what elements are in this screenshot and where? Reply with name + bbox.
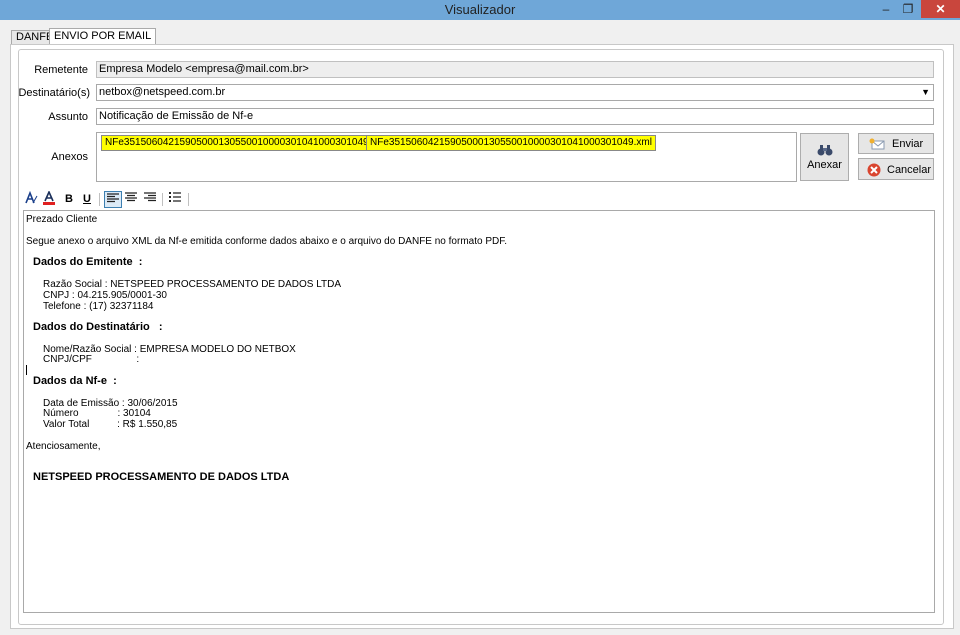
send-button[interactable]: Enviar xyxy=(858,133,934,154)
binoculars-icon xyxy=(817,145,833,156)
toolbar-separator xyxy=(99,193,100,206)
issuer-heading: Dados do Emitente : xyxy=(33,256,143,268)
nfe-number: Número : 30104 xyxy=(43,408,151,419)
toolbar-separator xyxy=(162,193,163,206)
sender-label: Remetente xyxy=(34,64,88,76)
align-right-icon[interactable] xyxy=(142,191,158,208)
attachments-list[interactable]: NFe3515060421590500013055001000030104100… xyxy=(96,132,797,182)
align-center-icon[interactable] xyxy=(123,191,139,208)
sender-value: Empresa Modelo <empresa@mail.com.br> xyxy=(99,63,309,75)
font-color-icon[interactable] xyxy=(41,190,57,208)
attachment-pdf[interactable]: NFe3515060421590500013055001000030104100… xyxy=(101,135,390,151)
send-mail-icon xyxy=(869,138,885,150)
attach-button[interactable]: Anexar xyxy=(800,133,849,181)
tab-envio-por-email[interactable]: ENVIO POR EMAIL xyxy=(49,28,157,45)
attach-button-label: Anexar xyxy=(807,159,842,171)
intro-text: Segue anexo o arquivo XML da Nf-e emitid… xyxy=(26,236,508,247)
signature-text: NETSPEED PROCESSAMENTO DE DADOS LTDA xyxy=(33,471,290,483)
attachments-label: Anexos xyxy=(51,151,88,163)
subject-label: Assunto xyxy=(48,111,88,123)
sender-field: Empresa Modelo <empresa@mail.com.br> xyxy=(96,61,934,78)
issuer-phone: Telefone : (17) 32371184 xyxy=(43,301,154,312)
subject-input[interactable]: Notificação de Emissão de Nf-e xyxy=(96,108,934,125)
cancel-button-label: Cancelar xyxy=(887,164,932,176)
recipients-label: Destinatário(s) xyxy=(18,87,90,99)
align-left-icon[interactable] xyxy=(104,191,122,208)
cancel-button[interactable]: Cancelar xyxy=(858,158,934,180)
issuer-cnpj: CNPJ : 04.215.905/0001-30 xyxy=(43,290,167,301)
font-icon[interactable] xyxy=(23,190,39,208)
message-body-editor[interactable]: Prezado Cliente Segue anexo o arquivo XM… xyxy=(23,210,935,613)
recipient-cnpj: CNPJ/CPF : xyxy=(43,354,140,365)
formatting-toolbar: B U xyxy=(22,190,936,210)
title-bar: Visualizador – ❐ ✕ xyxy=(0,0,960,20)
minimize-button[interactable]: – xyxy=(876,0,896,18)
issuer-name: Razão Social : NETSPEED PROCESSAMENTO DE… xyxy=(43,279,342,290)
greeting-text: Prezado Cliente xyxy=(26,214,98,225)
underline-button[interactable]: U xyxy=(79,191,95,208)
attachment-xml[interactable]: NFe3515060421590500013055001000030104100… xyxy=(366,135,656,151)
recipients-combobox[interactable]: netbox@netspeed.com.br ▼ xyxy=(96,84,934,101)
maximize-button[interactable]: ❐ xyxy=(898,0,918,18)
chevron-down-icon[interactable]: ▼ xyxy=(921,85,930,100)
subject-value: Notificação de Emissão de Nf-e xyxy=(99,110,254,122)
recipients-value: netbox@netspeed.com.br xyxy=(99,86,226,98)
toolbar-separator xyxy=(188,193,189,206)
window-title: Visualizador xyxy=(444,2,516,17)
nfe-heading: Dados da Nf-e : xyxy=(33,375,117,387)
recipient-heading: Dados do Destinatário : xyxy=(33,321,163,333)
send-button-label: Enviar xyxy=(892,138,924,150)
cancel-icon xyxy=(867,163,881,177)
text-caret xyxy=(26,365,27,375)
bold-button[interactable]: B xyxy=(61,191,77,208)
bullet-list-icon[interactable] xyxy=(167,191,183,208)
closing-text: Atenciosamente, xyxy=(26,441,101,452)
close-button[interactable]: ✕ xyxy=(921,0,960,18)
nfe-total: Valor Total : R$ 1.550,85 xyxy=(43,419,178,430)
